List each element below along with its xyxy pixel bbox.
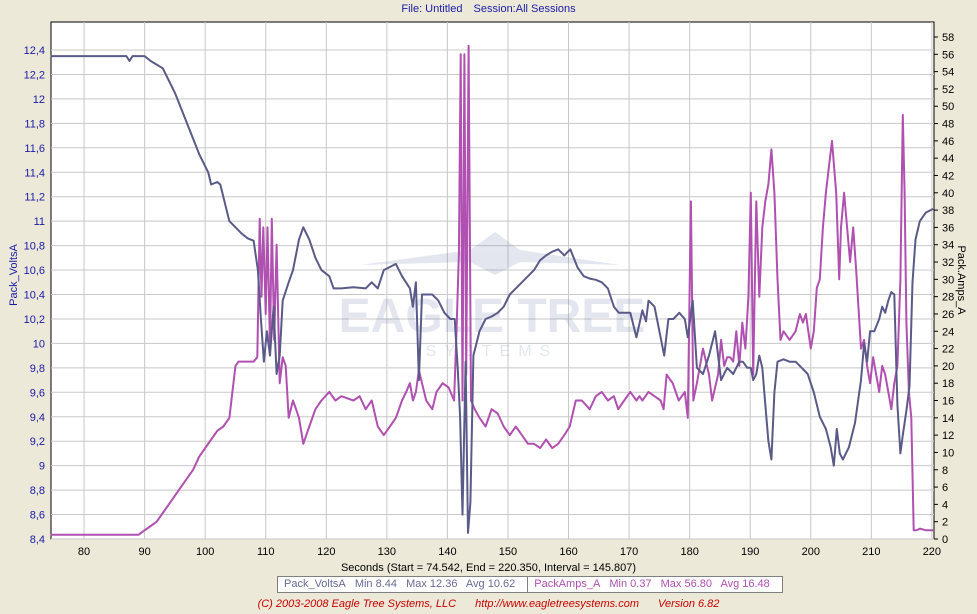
website-link[interactable]: http://www.eagletreesystems.com: [475, 598, 639, 610]
x-tick-label: 140: [438, 546, 456, 558]
copyright-text: (C) 2003-2008 Eagle Tree Systems, LLC: [257, 598, 457, 610]
y-right-tick-label: 52: [942, 84, 954, 96]
y-right-tick-label: 38: [942, 205, 954, 217]
chart: EAGLE TREE SYSTEMS 8,48,68,899,29,49,69,…: [8, 21, 967, 558]
y-left-tick-label: 9,8: [30, 363, 45, 375]
legend: Pack_VoltsA Min 8.44 Max 12.36 Avg 10.62…: [277, 576, 783, 593]
y-right-tick-label: 26: [942, 309, 954, 321]
x-tick-label: 200: [802, 546, 820, 558]
y-right-tick-label: 40: [942, 188, 954, 200]
y-left-tick-label: 12,2: [24, 69, 45, 81]
x-tick-label: 120: [317, 546, 335, 558]
y-left-tick-label: 8,4: [30, 534, 45, 546]
y-right-tick-label: 18: [942, 378, 954, 390]
y-right-tick-label: 0: [942, 534, 948, 546]
y-right-tick-label: 32: [942, 257, 954, 269]
x-tick-label: 110: [257, 546, 275, 558]
y-right-tick-label: 24: [942, 326, 954, 338]
legend-item-amps: PackAmps_A Min 0.37 Max 56.80 Avg 16.48: [528, 577, 782, 592]
legend-volts-avg: Avg 10.62: [465, 578, 516, 590]
watermark-subtitle: SYSTEMS: [426, 343, 558, 360]
y-left-tick-label: 9: [39, 461, 45, 473]
legend-volts-name: Pack_VoltsA: [284, 578, 346, 590]
y-left-tick-label: 11,8: [24, 118, 45, 130]
y-right-tick-label: 10: [942, 447, 954, 459]
legend-amps-name: PackAmps_A: [534, 578, 601, 590]
y-left-tick-label: 11,4: [24, 167, 45, 179]
y-right-tick-label: 20: [942, 361, 954, 373]
y-right-tick-label: 4: [942, 499, 948, 511]
y-left-tick-label: 11,2: [24, 192, 45, 204]
y-axis-right-title: Pack.Amps_A: [955, 245, 967, 315]
y-right-tick-label: 56: [942, 49, 954, 61]
y-left-tick-label: 11: [34, 216, 45, 228]
y-left-tick-label: 10: [33, 338, 45, 350]
y-left-tick-label: 10,2: [24, 314, 45, 326]
y-left-tick-label: 8,8: [30, 485, 45, 497]
y-right-tick-label: 8: [942, 465, 948, 477]
y-right-tick-label: 14: [942, 413, 954, 425]
y-right-tick-label: 30: [942, 274, 954, 286]
y-axis-right: 0246810121416182022242628303234363840424…: [934, 32, 954, 546]
y-left-tick-label: 11,6: [24, 143, 45, 155]
y-right-tick-label: 6: [942, 482, 948, 494]
y-axis-left: 8,4 8,6 8,8 9 9,2 9,4 9,6 9,8 10 10,2 10,4 10,6 10,8…: [24, 45, 45, 546]
x-tick-label: 160: [559, 546, 577, 558]
x-tick-label: 190: [741, 546, 759, 558]
x-tick-label: 100: [196, 546, 214, 558]
x-axis-title: Seconds (Start = 74.542, End = 220.350, …: [340, 562, 637, 574]
y-right-tick-label: 50: [942, 101, 954, 113]
x-tick-label: 170: [620, 546, 638, 558]
y-left-tick-label: 10,6: [24, 265, 45, 277]
footer: (C) 2003-2008 Eagle Tree Systems, LLC ht…: [0, 598, 977, 610]
y-right-tick-label: 12: [942, 430, 954, 442]
y-left-tick-label: 9,2: [30, 436, 45, 448]
y-right-tick-label: 28: [942, 292, 954, 304]
legend-amps-avg: Avg 16.48: [720, 578, 770, 590]
x-tick-label: 220: [923, 546, 941, 558]
y-right-tick-label: 54: [942, 67, 954, 79]
x-tick-label: 130: [378, 546, 396, 558]
y-left-tick-label: 9,6: [30, 387, 45, 399]
x-tick-label: 210: [862, 546, 880, 558]
legend-amps-max: Max 56.80: [660, 578, 712, 590]
version-text: Version 6.82: [658, 598, 720, 610]
y-right-tick-label: 42: [942, 170, 954, 182]
legend-volts-max: Max 12.36: [406, 578, 458, 590]
y-axis-left-title: Pack_VoltsA: [8, 243, 20, 305]
y-right-tick-label: 46: [942, 136, 954, 148]
legend-amps-min: Min 0.37: [609, 578, 652, 590]
y-left-tick-label: 9,4: [30, 412, 45, 424]
y-left-tick-label: 12: [33, 94, 45, 106]
y-left-tick-label: 12,4: [24, 45, 45, 57]
y-left-tick-label: 8,6: [30, 510, 45, 522]
y-right-tick-label: 44: [942, 153, 954, 165]
y-left-tick-label: 10,4: [24, 290, 45, 302]
x-tick-label: 180: [680, 546, 698, 558]
plot-area: [50, 21, 935, 540]
y-right-tick-label: 2: [942, 517, 948, 529]
y-right-tick-label: 36: [942, 222, 954, 234]
legend-volts-min: Min 8.44: [354, 578, 398, 590]
y-right-tick-label: 48: [942, 119, 954, 131]
y-right-tick-label: 58: [942, 32, 954, 44]
y-right-tick-label: 16: [942, 396, 954, 408]
y-right-tick-label: 34: [942, 240, 954, 252]
x-axis: 80 90 100 110 120 130 140 150 160 170 180 190 200 210…: [78, 546, 941, 558]
x-tick-label: 80: [78, 546, 90, 558]
x-tick-label: 150: [499, 546, 517, 558]
y-right-tick-label: 22: [942, 344, 954, 356]
legend-item-volts: Pack_VoltsA Min 8.44 Max 12.36 Avg 10.62: [278, 577, 529, 592]
x-tick-label: 90: [138, 546, 150, 558]
y-left-tick-label: 10,8: [24, 241, 45, 253]
